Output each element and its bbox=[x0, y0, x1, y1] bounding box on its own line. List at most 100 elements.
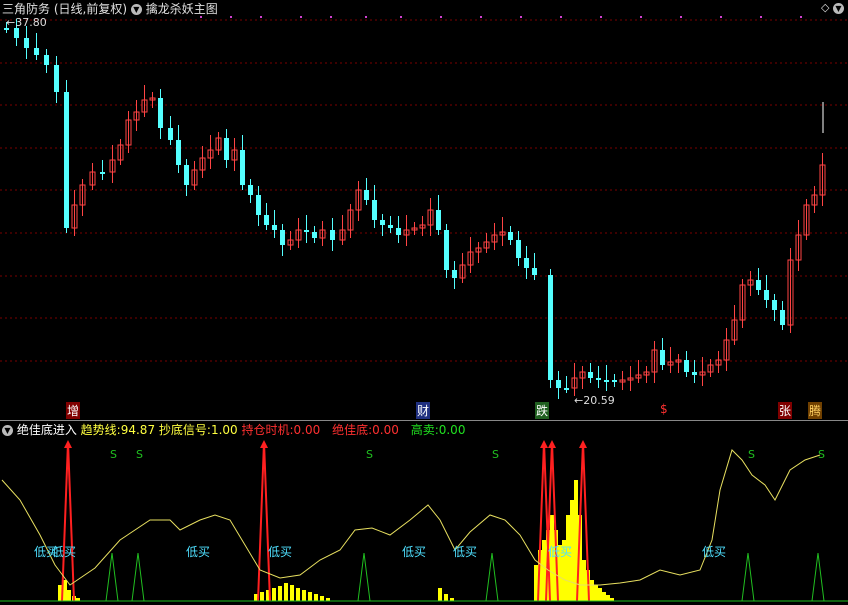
candle-body bbox=[100, 172, 105, 174]
candles-group bbox=[4, 19, 826, 399]
stock-name: 三角防务 bbox=[2, 2, 51, 16]
candle-body bbox=[184, 165, 189, 185]
candle-body bbox=[304, 230, 309, 232]
chevron-down-icon[interactable]: ▼ bbox=[2, 425, 13, 436]
signal-dot bbox=[520, 16, 522, 18]
candle-body bbox=[240, 150, 245, 185]
green-triangle bbox=[131, 552, 145, 602]
indicator-title[interactable]: 绝佳底进入 bbox=[17, 423, 77, 437]
candle-body bbox=[330, 230, 335, 240]
signal-bar bbox=[606, 595, 610, 601]
signal-bar bbox=[598, 588, 602, 601]
price-high-label: ←37.80 bbox=[6, 16, 47, 29]
bottom-label: 绝佳底: bbox=[332, 423, 373, 437]
grid-lines bbox=[0, 16, 848, 362]
signal-bar bbox=[308, 592, 312, 601]
candle-body bbox=[14, 28, 19, 38]
green-triangle bbox=[811, 552, 825, 602]
candle-body bbox=[54, 65, 59, 92]
arrow-left-icon: ← bbox=[6, 16, 16, 29]
buy-label: 低买 bbox=[548, 545, 572, 559]
candle-body bbox=[604, 380, 609, 382]
marker-cai[interactable]: 财 bbox=[416, 402, 431, 419]
candle-body bbox=[532, 268, 537, 275]
candle-body bbox=[158, 98, 163, 128]
signal-bar bbox=[260, 592, 264, 601]
signal-dot bbox=[480, 16, 482, 18]
indicator-header: ▼ 绝佳底进入 趋势线:94.87 抄底信号:1.00 持仓时机:0.00 绝佳… bbox=[2, 421, 465, 438]
candle-body bbox=[248, 185, 253, 195]
marker-zhang[interactable]: 张 bbox=[778, 402, 793, 419]
sell-label: 高卖: bbox=[410, 423, 439, 437]
candle-body bbox=[256, 195, 261, 215]
candle-body bbox=[780, 310, 785, 325]
marker-die[interactable]: 跌 bbox=[535, 402, 550, 419]
candle-body bbox=[660, 350, 665, 365]
trend-label: 趋势线: bbox=[80, 423, 121, 437]
red-arrowhead bbox=[260, 440, 268, 448]
signal-bar bbox=[438, 588, 442, 601]
candle-body bbox=[44, 55, 49, 65]
candle-body bbox=[176, 140, 181, 165]
buy-label: 低买 bbox=[453, 545, 477, 559]
signal-bar bbox=[590, 580, 594, 601]
candle-body bbox=[444, 230, 449, 270]
chevron-down-icon[interactable]: ▼ bbox=[130, 4, 142, 15]
candle-body bbox=[34, 48, 39, 55]
candle-body bbox=[564, 388, 569, 390]
candle-body bbox=[312, 232, 317, 238]
sell-s-label: S bbox=[492, 448, 499, 461]
signal-dot bbox=[560, 16, 562, 18]
signal-dot bbox=[600, 16, 602, 18]
signal-dot bbox=[640, 16, 642, 18]
candlestick-chart[interactable] bbox=[0, 0, 848, 420]
buy-label: 低买 bbox=[702, 545, 726, 559]
sell-s-label: S bbox=[748, 448, 755, 461]
red-spike bbox=[257, 441, 271, 602]
red-arrowhead bbox=[579, 440, 587, 448]
candle-body bbox=[772, 300, 777, 310]
marker-zeng[interactable]: 增 bbox=[66, 402, 81, 419]
sell-s-label: S bbox=[366, 448, 373, 461]
green-triangles bbox=[105, 552, 825, 602]
signal-bar bbox=[296, 588, 300, 601]
candle-body bbox=[596, 378, 601, 380]
diamond-icon[interactable]: ◇ bbox=[821, 1, 829, 14]
candle-body bbox=[264, 215, 269, 225]
red-arrowhead bbox=[548, 440, 556, 448]
signal-dot bbox=[720, 16, 722, 18]
signal-bar bbox=[302, 590, 306, 601]
signal-bar bbox=[444, 594, 448, 601]
signal-dot bbox=[330, 16, 332, 18]
chart-header: 三角防务 (日线,前复权) ▼ 擒龙杀妖主图 bbox=[2, 0, 218, 17]
candle-body bbox=[436, 210, 441, 230]
red-arrowhead bbox=[540, 440, 548, 448]
candle-body bbox=[224, 138, 229, 160]
bottom-value: 0.00 bbox=[372, 423, 399, 437]
signal-dot bbox=[680, 16, 682, 18]
signal-value: 1.00 bbox=[210, 423, 238, 437]
trend-line bbox=[1, 449, 821, 586]
chevron-down-icon[interactable]: ▼ bbox=[833, 2, 844, 14]
candle-body bbox=[548, 275, 553, 380]
candle-body bbox=[168, 128, 173, 140]
indicator-chart[interactable]: 低买低买 低买 低买 低买 低买 低买 低买S S S S S S bbox=[0, 420, 848, 605]
candle-body bbox=[396, 228, 401, 235]
signal-bar bbox=[67, 590, 71, 601]
candle-body bbox=[364, 190, 369, 200]
candle-body bbox=[388, 225, 393, 228]
marker-dollar[interactable]: $ bbox=[659, 402, 669, 416]
candle-body bbox=[756, 280, 761, 290]
signal-dot bbox=[230, 16, 232, 18]
window-controls: ◇ ▼ bbox=[821, 1, 844, 14]
candle-body bbox=[612, 380, 617, 382]
signal-dot bbox=[440, 16, 442, 18]
sell-s-label: S bbox=[818, 448, 825, 461]
indicator-name[interactable]: 擒龙杀妖主图 bbox=[146, 2, 218, 16]
signal-dot bbox=[300, 16, 302, 18]
candle-body bbox=[516, 240, 521, 258]
signal-dot bbox=[760, 16, 762, 18]
green-triangle bbox=[741, 552, 755, 602]
marker-teng[interactable]: 腾 bbox=[808, 402, 823, 419]
candle-body bbox=[556, 380, 561, 388]
